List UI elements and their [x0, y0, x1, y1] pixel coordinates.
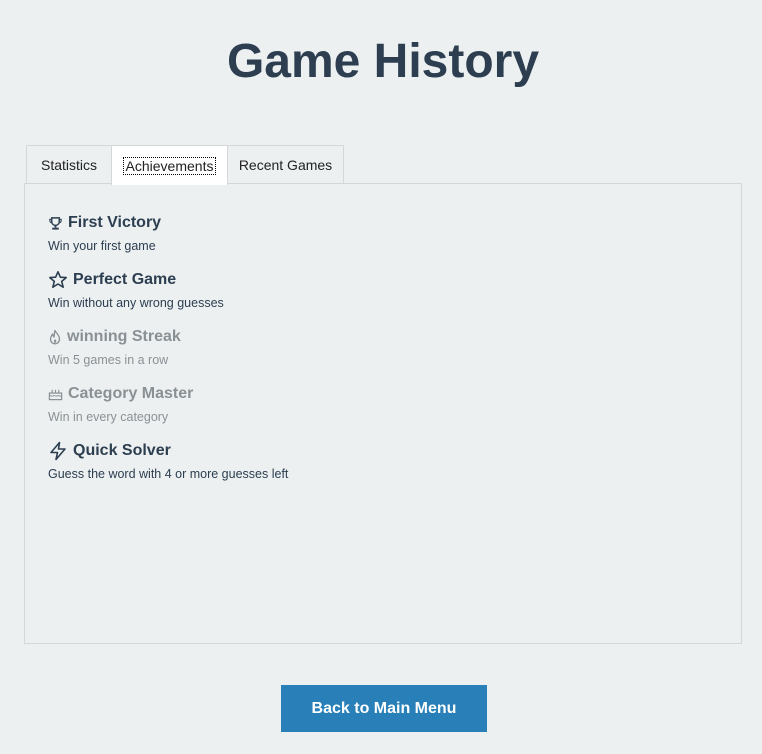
achievement-title: winning Streak: [67, 328, 181, 345]
tab-recent-games[interactable]: Recent Games: [227, 145, 344, 184]
achievement-title: Quick Solver: [73, 442, 171, 459]
achievement-first-victory: First Victory Win your first game: [48, 213, 161, 253]
tab-statistics-label: Statistics: [40, 157, 97, 173]
tab-achievements[interactable]: Achievements: [111, 145, 228, 185]
page-title: Game History: [226, 35, 540, 88]
achievement-title: First Victory: [68, 214, 162, 231]
trophy-icon: [48, 216, 63, 231]
flame-icon: [48, 329, 62, 345]
achievement-title: Category Master: [68, 385, 194, 402]
achievement-description: Guess the word with 4 or more guesses le…: [48, 467, 289, 481]
tab-statistics[interactable]: Statistics: [26, 145, 112, 184]
achievement-description: Win in every category: [48, 410, 169, 424]
lightning-icon: [48, 441, 68, 461]
achievements-panel: First Victory Win your first game Perfec…: [24, 183, 742, 644]
back-to-main-menu-button[interactable]: Back to Main Menu: [281, 685, 487, 732]
achievement-description: Win your first game: [48, 239, 156, 253]
achievement-perfect-game: Perfect Game Win without any wrong guess…: [48, 270, 224, 310]
achievement-quick-solver: Quick Solver Guess the word with 4 or mo…: [48, 441, 288, 481]
achievement-description: Win without any wrong guesses: [48, 296, 224, 310]
achievement-title: Perfect Game: [73, 271, 177, 288]
achievement-description: Win 5 games in a row: [48, 353, 169, 367]
star-icon: [48, 270, 68, 290]
tab-bar: Statistics Achievements Recent Games: [26, 145, 344, 185]
cake-icon: [48, 387, 63, 401]
tab-achievements-label: Achievements: [122, 156, 217, 175]
tab-recent-games-label: Recent Games: [238, 157, 333, 173]
achievement-category-master: Category Master Win in every category: [48, 384, 193, 424]
achievement-winning-streak: winning Streak Win 5 games in a row: [48, 327, 181, 367]
